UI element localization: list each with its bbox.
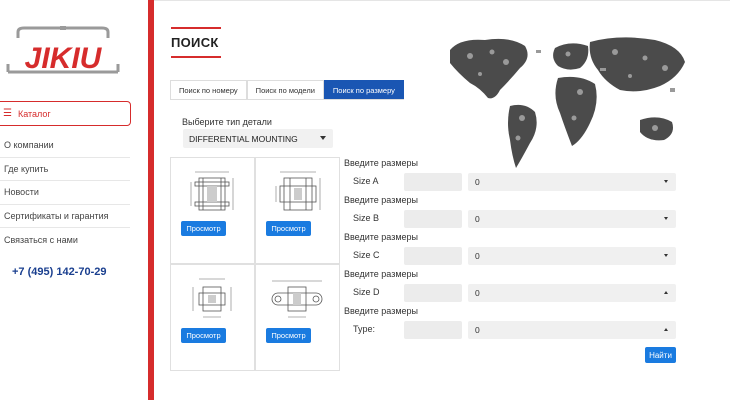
sidebar-item-news[interactable]: Новости [0,181,130,205]
sidebar-item-contact[interactable]: Связаться с нами [0,228,130,252]
part-type-select[interactable]: DIFFERENTIAL MOUNTING [183,129,333,148]
sidebar-item-certificates[interactable]: Сертификаты и гарантия [0,205,130,228]
chevron-down-icon [664,180,668,183]
logo-text: JIKIU [25,42,103,75]
sidebar-accent-bar [148,0,154,400]
jikiu-logo[interactable]: JIKIU [4,26,122,80]
catalog-label: Каталог [17,108,51,119]
type-heading: Введите размеры [344,306,418,316]
view-button[interactable]: Просмотр [181,221,226,236]
world-map-parts-image [450,37,685,168]
page: JIKIU ☰ Каталог О компании Где купить Но… [0,0,730,400]
size-b-row: Size B 0 [344,207,679,232]
part-diagram-4 [271,280,323,318]
diagram-card-4: Просмотр [255,264,340,371]
search-tabs: Поиск по номеру Поиск по модели Поиск по… [170,80,404,100]
diagram-card-1: Просмотр [170,157,255,264]
size-d-select[interactable]: 0 [468,284,676,302]
size-d-heading: Введите размеры [344,269,418,279]
size-b-input[interactable] [404,210,462,228]
type-row: Type: 0 [344,318,679,343]
chevron-down-icon [664,217,668,220]
size-c-label: Size C [353,250,380,260]
size-b-select[interactable]: 0 [468,210,676,228]
part-type-label: Выберите тип детали [182,117,272,127]
view-button[interactable]: Просмотр [266,328,311,343]
type-label: Type: [353,324,376,334]
title-decoration-top [171,27,221,29]
sidebar-menu: О компании Где купить Новости Сертификат… [0,134,130,252]
size-c-input[interactable] [404,247,462,265]
title-decoration-bottom [171,56,221,58]
size-a-row: Size A 0 [344,170,679,195]
diagram-card-3: Просмотр [170,264,255,371]
size-d-value: 0 [475,288,480,298]
size-a-input[interactable] [404,173,462,191]
size-c-select[interactable]: 0 [468,247,676,265]
part-type-value: DIFFERENTIAL MOUNTING [189,133,298,144]
size-c-heading: Введите размеры [344,232,418,242]
chevron-up-icon [664,291,668,294]
phone-link[interactable]: +7 (495) 142-70-29 [12,266,106,278]
tab-search-by-model[interactable]: Поиск по модели [246,80,324,99]
size-d-label: Size D [353,287,380,297]
tab-search-by-number[interactable]: Поиск по номеру [170,80,247,99]
type-value: 0 [475,325,480,335]
chevron-down-icon [320,136,326,140]
size-a-select[interactable]: 0 [468,173,676,191]
type-select[interactable]: 0 [468,321,676,339]
type-input[interactable] [404,321,462,339]
find-button[interactable]: Найти [645,347,676,363]
view-button[interactable]: Просмотр [266,221,311,236]
size-a-label: Size A [353,176,379,186]
part-diagram-2 [275,171,321,211]
part-diagram-1 [190,171,234,211]
size-a-value: 0 [475,177,480,187]
sidebar: JIKIU ☰ Каталог О компании Где купить Но… [0,0,148,400]
sidebar-item-where-to-buy[interactable]: Где купить [0,158,130,181]
size-form: Введите размеры Size A 0 Введите размеры… [344,158,679,343]
diagram-card-2: Просмотр [255,157,340,264]
size-b-label: Size B [353,213,380,223]
chevron-down-icon [664,254,668,257]
view-button[interactable]: Просмотр [181,328,226,343]
menu-icon: ☰ [3,108,12,119]
tab-search-by-size[interactable]: Поиск по размеру [323,80,404,99]
size-d-row: Size D 0 [344,281,679,306]
size-d-input[interactable] [404,284,462,302]
chevron-up-icon [664,328,668,331]
size-c-value: 0 [475,251,480,261]
page-title: ПОИСК [171,35,219,50]
part-diagram-3 [192,278,232,318]
size-b-value: 0 [475,214,480,224]
catalog-button[interactable]: ☰ Каталог [0,101,131,126]
size-b-heading: Введите размеры [344,195,418,205]
size-c-row: Size C 0 [344,244,679,269]
sidebar-item-about[interactable]: О компании [0,134,130,158]
